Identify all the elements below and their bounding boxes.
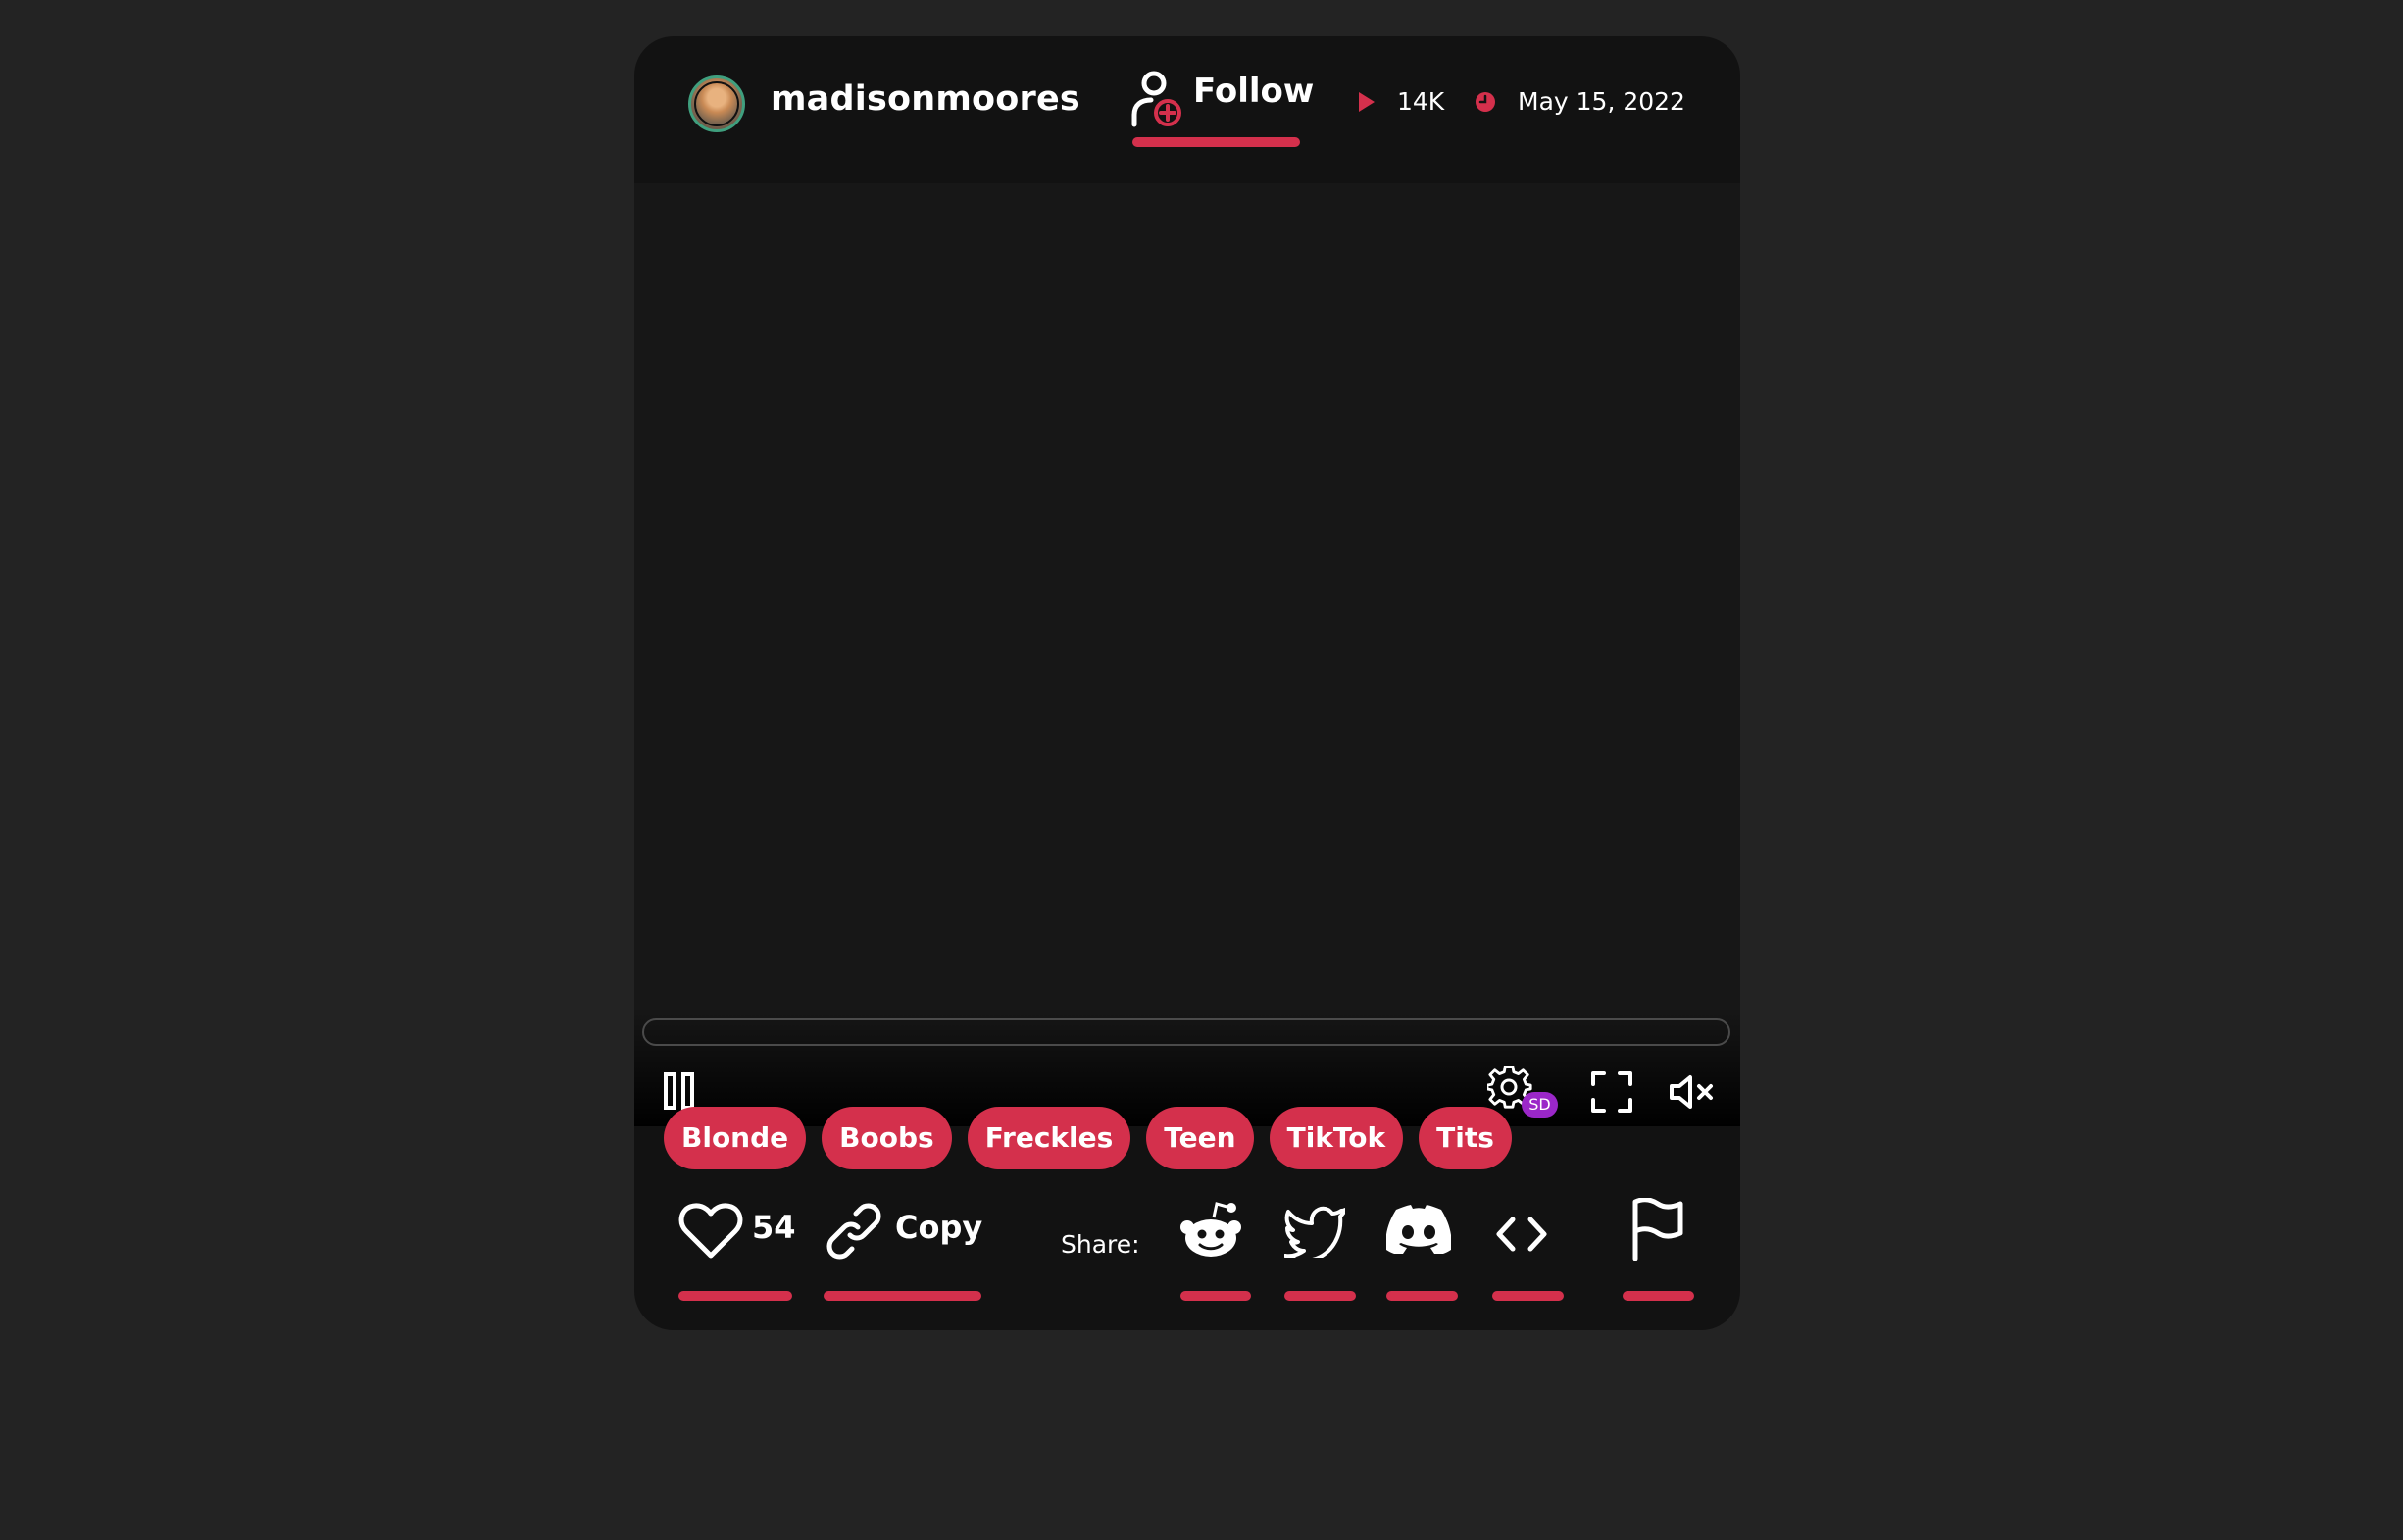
play-icon xyxy=(1359,91,1375,112)
mute-button[interactable] xyxy=(1669,1073,1716,1115)
avatar[interactable] xyxy=(688,75,745,132)
upload-date: May 15, 2022 xyxy=(1518,87,1685,116)
report-button[interactable] xyxy=(1623,1193,1701,1316)
tag-list: Blonde Boobs Freckles Teen TikTok Tits xyxy=(664,1107,1512,1169)
pause-icon xyxy=(664,1072,694,1110)
mute-icon xyxy=(1670,1075,1713,1109)
user-plus-icon xyxy=(1131,71,1181,127)
embed-code-icon xyxy=(1496,1217,1547,1252)
tag-teen[interactable]: Teen xyxy=(1146,1107,1254,1169)
discord-icon xyxy=(1386,1205,1451,1254)
follow-underline-bar xyxy=(1132,137,1300,147)
tag-tits[interactable]: Tits xyxy=(1419,1107,1512,1169)
views-stat: 14K xyxy=(1358,87,1444,116)
twitter-underline xyxy=(1284,1291,1356,1301)
tag-freckles[interactable]: Freckles xyxy=(967,1107,1131,1169)
like-underline xyxy=(678,1291,792,1301)
action-bar: 54 Copy Share: xyxy=(634,1193,1740,1311)
flag-icon xyxy=(1632,1198,1683,1261)
embed-button[interactable] xyxy=(1492,1193,1566,1316)
quality-badge: SD xyxy=(1522,1092,1558,1118)
tag-tiktok[interactable]: TikTok xyxy=(1269,1107,1404,1169)
like-count: 54 xyxy=(752,1209,796,1246)
like-button[interactable]: 54 xyxy=(678,1193,796,1316)
share-reddit-button[interactable] xyxy=(1178,1193,1252,1316)
copy-link-button[interactable]: Copy xyxy=(824,1193,983,1316)
share-twitter-button[interactable] xyxy=(1284,1193,1358,1316)
share-label: Share: xyxy=(1061,1230,1140,1259)
link-icon xyxy=(826,1203,881,1260)
twitter-icon xyxy=(1284,1206,1345,1258)
username[interactable]: madisonmoores xyxy=(771,79,1080,119)
tag-boobs[interactable]: Boobs xyxy=(822,1107,952,1169)
clock-icon xyxy=(1476,91,1495,112)
follow-label: Follow xyxy=(1193,72,1315,111)
tag-blonde[interactable]: Blonde xyxy=(664,1107,807,1169)
video-card: madisonmoores Follow 14K May 15, 2022 SD… xyxy=(634,36,1740,1330)
views-count: 14K xyxy=(1397,87,1445,116)
discord-underline xyxy=(1386,1291,1458,1301)
date-stat: May 15, 2022 xyxy=(1475,87,1685,116)
video-header: madisonmoores Follow 14K May 15, 2022 xyxy=(634,36,1740,183)
reddit-underline xyxy=(1180,1291,1251,1301)
copy-label: Copy xyxy=(895,1209,983,1246)
share-discord-button[interactable] xyxy=(1386,1193,1465,1316)
progress-bar[interactable] xyxy=(642,1018,1730,1046)
video-area[interactable] xyxy=(634,183,1740,1126)
reddit-icon xyxy=(1180,1202,1241,1257)
fullscreen-button[interactable] xyxy=(1591,1071,1632,1117)
heart-icon xyxy=(678,1203,743,1259)
fullscreen-icon xyxy=(1591,1071,1632,1113)
embed-underline xyxy=(1492,1291,1564,1301)
copy-underline xyxy=(824,1291,981,1301)
report-underline xyxy=(1623,1291,1694,1301)
